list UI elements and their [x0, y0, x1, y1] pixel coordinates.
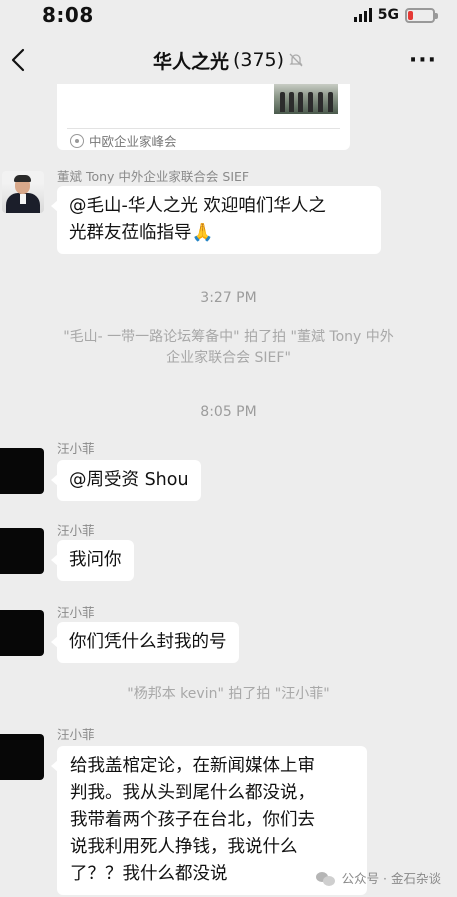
- network-type: 5G: [377, 7, 399, 23]
- timestamp: 3:27 PM: [200, 290, 257, 306]
- battery-icon: [405, 7, 438, 23]
- watermark: 公众号 · 金石杂谈: [315, 868, 441, 887]
- timestamp: 8:05 PM: [200, 404, 257, 420]
- sender-name: 汪小菲: [57, 727, 95, 742]
- message-line: 我带着两个孩子在台北，你们去: [70, 810, 315, 830]
- avatar[interactable]: [0, 528, 44, 574]
- avatar[interactable]: [2, 171, 44, 213]
- system-notice-line: "毛山- 一带一路论坛筹备中" 拍了拍 "董斌 Tony 中外: [63, 329, 394, 345]
- signal-icon: [353, 8, 372, 22]
- message-line: 给我盖棺定论，在新闻媒体上审: [70, 756, 315, 776]
- message-line: @周受资 Shou: [69, 470, 189, 490]
- avatar[interactable]: [0, 610, 44, 656]
- system-notice: "毛山- 一带一路论坛筹备中" 拍了拍 "董斌 Tony 中外 企业家联合会 S…: [0, 327, 457, 369]
- message-line: 光群友莅临指导🙏: [69, 223, 214, 243]
- system-notice-line: 企业家联合会 SIEF": [166, 350, 291, 366]
- message-bubble[interactable]: @周受资 Shou: [51, 460, 201, 501]
- avatar[interactable]: [0, 734, 44, 780]
- status-bar: 8:08 5G: [0, 0, 457, 30]
- message-line: 了？？我什么都没说: [70, 864, 228, 884]
- message-line: 你们凭什么封我的号: [69, 632, 227, 652]
- card-thumbnail: [274, 84, 338, 114]
- group-name: 华人之光: [152, 50, 229, 73]
- system-notice: "杨邦本 kevin" 拍了拍 "汪小菲": [0, 684, 457, 705]
- message-line: 我问你: [69, 550, 122, 570]
- chat-header: 华人之光 (375) ···: [0, 36, 457, 84]
- status-time: 8:08: [42, 3, 94, 27]
- chat-title: 华人之光 (375): [153, 47, 304, 74]
- battery-level: [408, 10, 414, 20]
- wechat-official-account-icon: [315, 870, 336, 886]
- system-notice-line: "杨邦本 kevin" 拍了拍 "汪小菲": [127, 686, 330, 702]
- message-bubble[interactable]: 我问你: [51, 540, 134, 581]
- sender-name: 汪小菲: [57, 523, 95, 538]
- sender-name: 董斌 Tony 中外企业家联合会 SIEF: [57, 169, 250, 184]
- mini-program-icon: [70, 133, 84, 148]
- chevron-left-icon: [11, 48, 25, 72]
- message-list[interactable]: 中欧企业家峰会 董斌 Tony 中外企业家联合会 SIEF @毛山-华人之光 欢…: [0, 84, 457, 897]
- message-bubble[interactable]: @毛山-华人之光 欢迎咱们华人之 光群友莅临指导🙏: [51, 186, 381, 254]
- avatar[interactable]: [0, 448, 44, 494]
- message-line: 说我利用死人挣钱，我说什么: [70, 837, 298, 857]
- card-divider: [67, 128, 340, 129]
- message-line: @毛山-华人之光 欢迎咱们华人之: [69, 196, 326, 216]
- bell-muted-icon: [289, 53, 303, 67]
- message-bubble[interactable]: 你们凭什么封我的号: [51, 622, 239, 663]
- status-indicators: 5G: [353, 7, 438, 23]
- card-source: 中欧企业家峰会: [70, 131, 177, 150]
- message-line: 判我。我从头到尾什么都没说，: [70, 783, 315, 803]
- sender-name: 汪小菲: [57, 605, 95, 620]
- member-count: (375): [232, 49, 285, 71]
- watermark-text: 公众号 · 金石杂谈: [341, 871, 441, 886]
- card-source-label: 中欧企业家峰会: [89, 134, 177, 149]
- more-button[interactable]: ···: [409, 48, 437, 73]
- shared-link-card[interactable]: 中欧企业家峰会: [57, 84, 350, 150]
- sender-name: 汪小菲: [57, 441, 95, 456]
- back-button[interactable]: [6, 46, 30, 74]
